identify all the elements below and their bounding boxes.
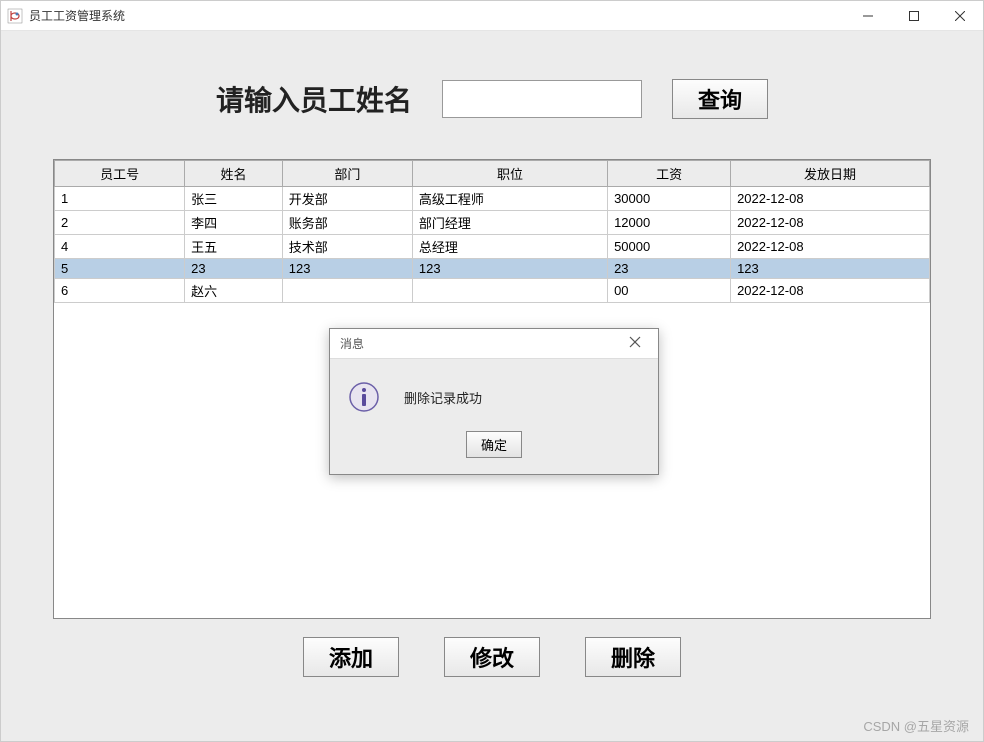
content-area: 请输入员工姓名 查询 员工号姓名部门职位工资发放日期 1张三开发部高级工程师30… xyxy=(1,31,983,741)
table-row[interactable]: 52312312323123 xyxy=(55,259,930,279)
dialog-footer: 确定 xyxy=(330,425,658,474)
table-cell[interactable]: 2022-12-08 xyxy=(731,187,930,211)
search-input[interactable] xyxy=(442,80,642,118)
minimize-button[interactable] xyxy=(845,1,891,30)
table-cell[interactable]: 123 xyxy=(282,259,412,279)
table-cell[interactable]: 总经理 xyxy=(412,235,607,259)
search-label: 请输入员工姓名 xyxy=(216,79,412,119)
table-cell[interactable]: 王五 xyxy=(185,235,283,259)
table-cell[interactable]: 2022-12-08 xyxy=(731,235,930,259)
table-cell[interactable]: 高级工程师 xyxy=(412,187,607,211)
table-row[interactable]: 6赵六 002022-12-08 xyxy=(55,279,930,303)
search-row: 请输入员工姓名 查询 xyxy=(1,31,983,159)
delete-button[interactable]: 删除 xyxy=(585,637,681,677)
column-header[interactable]: 工资 xyxy=(608,161,731,187)
add-button[interactable]: 添加 xyxy=(303,637,399,677)
table-cell[interactable]: 23 xyxy=(608,259,731,279)
dialog-ok-button[interactable]: 确定 xyxy=(466,431,522,458)
info-icon xyxy=(348,381,380,413)
table-cell[interactable]: 张三 xyxy=(185,187,283,211)
table-cell[interactable]: 赵六 xyxy=(185,279,283,303)
table-row[interactable]: 2李四账务部部门经理120002022-12-08 xyxy=(55,211,930,235)
table-row[interactable]: 1张三开发部高级工程师300002022-12-08 xyxy=(55,187,930,211)
dialog-title: 消息 xyxy=(340,335,620,352)
column-header[interactable]: 姓名 xyxy=(185,161,283,187)
window-controls xyxy=(845,1,983,30)
action-row: 添加 修改 删除 xyxy=(1,619,983,699)
dialog-body: 删除记录成功 xyxy=(330,359,658,425)
table-cell[interactable]: 50000 xyxy=(608,235,731,259)
table-cell[interactable]: 2022-12-08 xyxy=(731,211,930,235)
table-cell[interactable]: 2 xyxy=(55,211,185,235)
table-cell[interactable]: 123 xyxy=(412,259,607,279)
window-title: 员工工资管理系统 xyxy=(29,7,845,24)
column-header[interactable]: 职位 xyxy=(412,161,607,187)
table-cell[interactable]: 23 xyxy=(185,259,283,279)
message-dialog: 消息 删除记录成功 确定 xyxy=(329,328,659,475)
table-cell[interactable]: 1 xyxy=(55,187,185,211)
search-button[interactable]: 查询 xyxy=(672,79,768,119)
table-cell[interactable]: 李四 xyxy=(185,211,283,235)
table-cell[interactable]: 部门经理 xyxy=(412,211,607,235)
table-header-row: 员工号姓名部门职位工资发放日期 xyxy=(55,161,930,187)
edit-button[interactable]: 修改 xyxy=(444,637,540,677)
dialog-message: 删除记录成功 xyxy=(404,388,482,407)
dialog-titlebar: 消息 xyxy=(330,329,658,359)
table-cell[interactable]: 2022-12-08 xyxy=(731,279,930,303)
table-cell[interactable]: 00 xyxy=(608,279,731,303)
table-cell[interactable] xyxy=(412,279,607,303)
column-header[interactable]: 员工号 xyxy=(55,161,185,187)
column-header[interactable]: 部门 xyxy=(282,161,412,187)
maximize-icon xyxy=(909,11,919,21)
table-row[interactable]: 4王五技术部总经理500002022-12-08 xyxy=(55,235,930,259)
close-button[interactable] xyxy=(937,1,983,30)
table-cell[interactable]: 账务部 xyxy=(282,211,412,235)
table-cell[interactable]: 30000 xyxy=(608,187,731,211)
watermark: CSDN @五星资源 xyxy=(863,716,969,735)
column-header[interactable]: 发放日期 xyxy=(731,161,930,187)
close-icon xyxy=(629,336,641,348)
app-icon xyxy=(7,8,23,24)
table-cell[interactable] xyxy=(282,279,412,303)
maximize-button[interactable] xyxy=(891,1,937,30)
table-cell[interactable]: 12000 xyxy=(608,211,731,235)
minimize-icon xyxy=(863,11,873,21)
table-cell[interactable]: 技术部 xyxy=(282,235,412,259)
table-cell[interactable]: 123 xyxy=(731,259,930,279)
employee-table: 员工号姓名部门职位工资发放日期 1张三开发部高级工程师300002022-12-… xyxy=(54,160,930,303)
table-cell[interactable]: 5 xyxy=(55,259,185,279)
dialog-close-button[interactable] xyxy=(620,335,650,353)
table-cell[interactable]: 4 xyxy=(55,235,185,259)
table-cell[interactable]: 6 xyxy=(55,279,185,303)
main-window: 员工工资管理系统 请输入员工姓名 查询 员工号姓名部门职位工资发放日期 xyxy=(0,0,984,742)
close-icon xyxy=(955,11,965,21)
table-cell[interactable]: 开发部 xyxy=(282,187,412,211)
titlebar: 员工工资管理系统 xyxy=(1,1,983,31)
